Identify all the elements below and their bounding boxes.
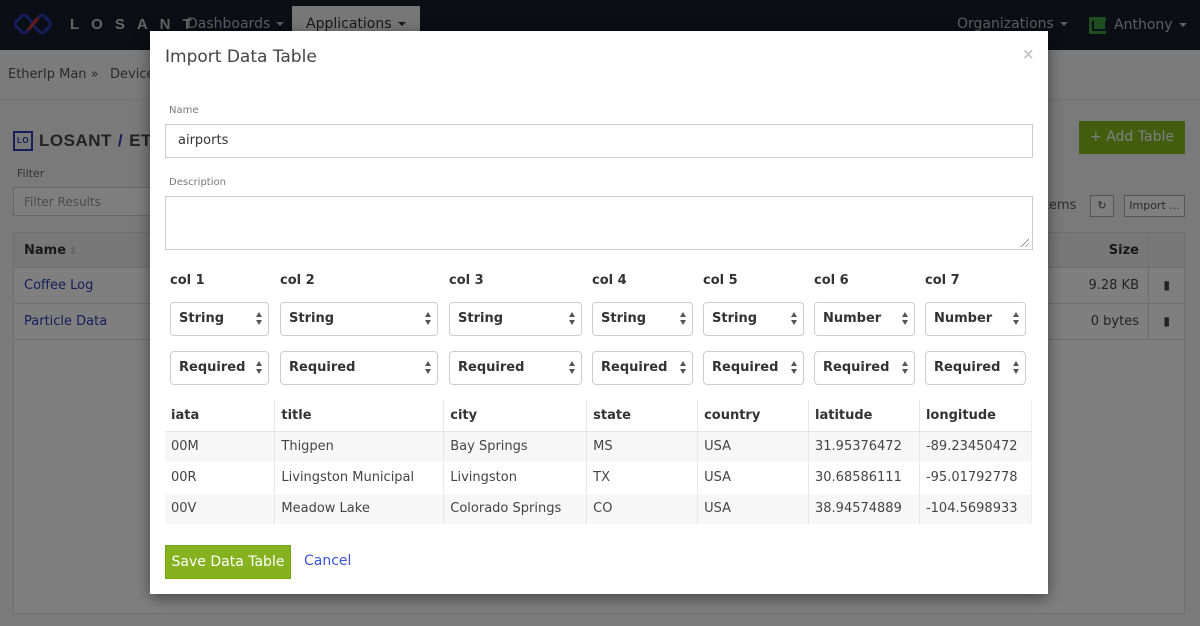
preview-cell: 00M: [165, 431, 276, 463]
preview-cell: Thigpen: [274, 431, 445, 463]
preview-row: 00M Thigpen Bay Springs MS USA 31.953764…: [165, 431, 1033, 463]
column-label: col 6: [814, 273, 849, 288]
column-label: col 2: [280, 273, 315, 288]
preview-cell: MS: [586, 431, 699, 463]
column-type-select[interactable]: String: [280, 302, 438, 336]
column-requirement-select[interactable]: Required: [592, 351, 693, 385]
column-type-select[interactable]: String: [703, 302, 804, 336]
cancel-link[interactable]: Cancel: [304, 553, 351, 569]
import-data-table-modal: Import Data Table × Name airports Descri…: [150, 31, 1048, 594]
preview-cell: 00R: [165, 462, 276, 494]
select-arrows-icon: [1013, 312, 1020, 326]
select-arrows-icon: [791, 312, 798, 326]
select-arrows-icon: [791, 361, 798, 375]
select-arrows-icon: [256, 361, 263, 375]
description-textarea[interactable]: [165, 196, 1033, 250]
preview-cell: USA: [697, 431, 809, 463]
save-data-table-button[interactable]: Save Data Table: [165, 545, 291, 579]
column-label: col 7: [925, 273, 960, 288]
column-type-select[interactable]: Number: [925, 302, 1026, 336]
select-value: Number: [823, 311, 882, 326]
column-requirement-select[interactable]: Required: [280, 351, 438, 385]
name-input[interactable]: airports: [165, 124, 1033, 158]
select-arrows-icon: [425, 361, 432, 375]
select-value: String: [601, 311, 647, 326]
select-value: String: [289, 311, 335, 326]
select-arrows-icon: [425, 312, 432, 326]
preview-header: longitude: [919, 400, 1033, 432]
preview-cell: Bay Springs: [443, 431, 588, 463]
select-value: Required: [934, 360, 1001, 375]
preview-header: iata: [165, 400, 276, 432]
select-value: Required: [712, 360, 779, 375]
preview-header: title: [274, 400, 445, 432]
preview-header: state: [586, 400, 699, 432]
preview-cell: 38.94574889: [808, 493, 920, 525]
select-value: Number: [934, 311, 993, 326]
preview-cell: USA: [697, 493, 809, 525]
column-type-select[interactable]: String: [449, 302, 582, 336]
preview-cell: -95.01792778: [919, 462, 1033, 494]
description-label: Description: [169, 177, 226, 188]
preview-table: iata title city state country latitude l…: [165, 400, 1033, 525]
column-label: col 4: [592, 273, 627, 288]
select-value: String: [179, 311, 225, 326]
column-type-select[interactable]: String: [170, 302, 269, 336]
select-value: String: [712, 311, 758, 326]
preview-cell: 00V: [165, 493, 276, 525]
preview-cell: TX: [586, 462, 699, 494]
preview-header-row: iata title city state country latitude l…: [165, 400, 1033, 432]
select-value: Required: [458, 360, 525, 375]
select-arrows-icon: [1013, 361, 1020, 375]
close-icon[interactable]: ×: [1022, 45, 1035, 63]
preview-row: 00R Livingston Municipal Livingston TX U…: [165, 462, 1033, 494]
select-value: Required: [289, 360, 356, 375]
column-type-select[interactable]: Number: [814, 302, 915, 336]
select-arrows-icon: [902, 312, 909, 326]
column-type-select[interactable]: String: [592, 302, 693, 336]
select-arrows-icon: [680, 312, 687, 326]
preview-cell: Livingston Municipal: [274, 462, 445, 494]
column-requirement-select[interactable]: Required: [170, 351, 269, 385]
select-value: Required: [179, 360, 246, 375]
column-label: col 1: [170, 273, 205, 288]
preview-cell: -104.5698933: [919, 493, 1033, 525]
select-arrows-icon: [569, 361, 576, 375]
name-label: Name: [169, 105, 199, 116]
select-arrows-icon: [680, 361, 687, 375]
preview-header: city: [443, 400, 588, 432]
select-value: String: [458, 311, 504, 326]
column-requirement-select[interactable]: Required: [449, 351, 582, 385]
preview-cell: Colorado Springs: [443, 493, 588, 525]
preview-cell: Livingston: [443, 462, 588, 494]
column-requirement-select[interactable]: Required: [703, 351, 804, 385]
column-requirement-select[interactable]: Required: [925, 351, 1026, 385]
select-arrows-icon: [569, 312, 576, 326]
select-value: Required: [823, 360, 890, 375]
column-label: col 5: [703, 273, 738, 288]
preview-header: latitude: [808, 400, 920, 432]
modal-title: Import Data Table: [165, 47, 317, 67]
preview-cell: -89.23450472: [919, 431, 1033, 463]
preview-header: country: [697, 400, 809, 432]
select-arrows-icon: [256, 312, 263, 326]
select-value: Required: [601, 360, 668, 375]
preview-cell: 30.68586111: [808, 462, 920, 494]
preview-cell: 31.95376472: [808, 431, 920, 463]
select-arrows-icon: [902, 361, 909, 375]
preview-cell: Meadow Lake: [274, 493, 445, 525]
column-label: col 3: [449, 273, 484, 288]
preview-cell: CO: [586, 493, 699, 525]
preview-cell: USA: [697, 462, 809, 494]
column-requirement-select[interactable]: Required: [814, 351, 915, 385]
preview-row: 00V Meadow Lake Colorado Springs CO USA …: [165, 493, 1033, 525]
